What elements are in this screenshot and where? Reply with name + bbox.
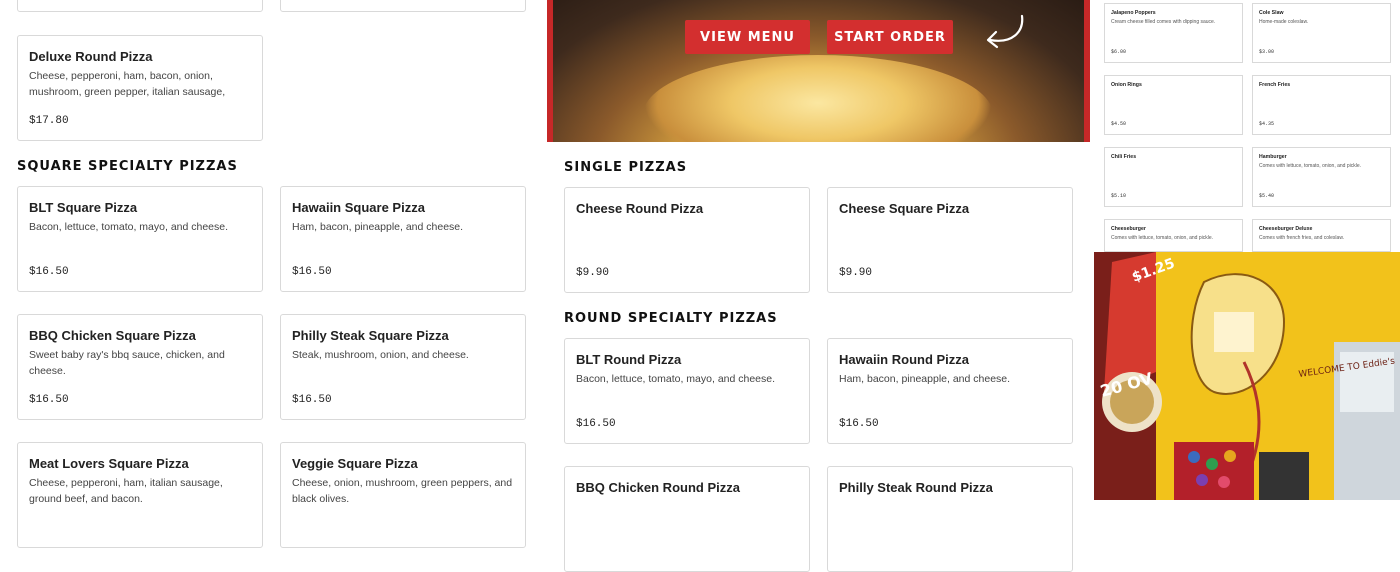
menu-item-card[interactable]: Hawaiin Square Pizza Ham, bacon, pineapp…	[280, 186, 526, 292]
item-price: $17.80	[29, 115, 69, 127]
item-price: $16.50	[29, 394, 69, 406]
item-price: $9.90	[839, 267, 873, 279]
mini-item-description: Cream cheese filled comes with dipping s…	[1111, 19, 1216, 25]
mini-item-description: Comes with lettuce, tomato, onion, and p…	[1111, 235, 1213, 241]
item-description: Ham, bacon, pineapple, and cheese.	[292, 221, 464, 233]
mini-menu-card[interactable]: Onion Rings $4.50	[1104, 75, 1243, 135]
item-description: Sweet baby ray's bbq sauce, chicken, and…	[29, 349, 225, 377]
mini-menu-card[interactable]: Jalapeno Poppers Cream cheese filled com…	[1104, 3, 1243, 63]
item-price: $16.50	[29, 266, 69, 278]
mini-item-name: Jalapeno Poppers	[1111, 10, 1156, 16]
menu-item-card[interactable]: Cheese Square Pizza $9.90	[827, 187, 1073, 293]
item-price: $16.50	[576, 418, 616, 430]
item-price: $16.50	[839, 418, 879, 430]
mini-item-name: Chili Fries	[1111, 154, 1137, 160]
mini-item-price: $4.35	[1259, 121, 1275, 127]
mini-item-name: Hamburger	[1259, 154, 1287, 160]
item-description: Cheese, pepperoni, ham, bacon, onion, mu…	[29, 70, 226, 98]
mini-item-name: Onion Rings	[1111, 82, 1142, 88]
mini-item-description: Comes with french fries, and coleslaw.	[1259, 235, 1345, 241]
mini-menu-card[interactable]: Chili Fries $5.10	[1104, 147, 1243, 207]
section-title-square-specialty: Square Specialty Pizzas	[17, 159, 238, 174]
menu-item-card[interactable]: Philly Steak Square Pizza Steak, mushroo…	[280, 314, 526, 420]
arrow-icon	[986, 14, 1024, 49]
mini-item-name: French Fries	[1259, 82, 1291, 88]
menu-item-card[interactable]: BLT Square Pizza Bacon, lettuce, tomato,…	[17, 186, 263, 292]
mini-item-name: Cheeseburger Deluxe	[1259, 226, 1313, 232]
item-name: Hawaiin Round Pizza	[839, 352, 970, 367]
section-title-round-specialty: Round Specialty Pizzas	[564, 311, 778, 326]
mini-menu-card[interactable]: French Fries $4.35	[1252, 75, 1391, 135]
item-name: BLT Square Pizza	[29, 200, 138, 215]
item-name: Philly Steak Round Pizza	[839, 480, 993, 495]
item-description: Cheese, onion, mushroom, green peppers, …	[292, 477, 513, 505]
mini-menu-card[interactable]: Hamburger Comes with lettuce, tomato, on…	[1252, 147, 1391, 207]
restaurant-interior-photo: WELCOME TO Eddie's $1.25 20 OV	[1094, 252, 1400, 500]
menu-item-card[interactable]: Veggie Square Pizza Cheese, onion, mushr…	[280, 442, 526, 548]
item-name: Deluxe Round Pizza	[29, 49, 153, 64]
mini-item-price: $5.40	[1259, 193, 1275, 199]
partial-menu-card[interactable]	[17, 0, 263, 12]
mini-item-price: $5.10	[1111, 193, 1127, 199]
item-name: Cheese Round Pizza	[576, 201, 704, 216]
item-name: Hawaiin Square Pizza	[292, 200, 425, 215]
mini-item-price: $3.00	[1259, 49, 1275, 55]
restaurant-photo-illustration: WELCOME TO Eddie's $1.25 20 OV	[1094, 252, 1400, 500]
item-description: Bacon, lettuce, tomato, mayo, and cheese…	[576, 373, 776, 385]
item-description: Cheese, pepperoni, ham, italian sausage,…	[29, 477, 223, 505]
item-description: Ham, bacon, pineapple, and cheese.	[839, 373, 1011, 385]
item-name: Cheese Square Pizza	[839, 201, 970, 216]
mini-item-price: $4.50	[1111, 121, 1127, 127]
menu-item-card[interactable]: Cheese Round Pizza $9.90	[564, 187, 810, 293]
item-price: $16.50	[292, 266, 332, 278]
section-title-single-pizzas: Single Pizzas	[564, 160, 688, 175]
mini-item-name: Cole Slaw	[1259, 10, 1284, 16]
mini-menu-card[interactable]: Cheeseburger Deluxe Comes with french fr…	[1252, 219, 1391, 252]
item-description: Steak, mushroom, onion, and cheese.	[292, 349, 469, 361]
cheese-pull-image	[643, 55, 993, 142]
mini-menu-card[interactable]: Cheeseburger Comes with lettuce, tomato,…	[1104, 219, 1243, 252]
item-name: BBQ Chicken Round Pizza	[576, 480, 740, 495]
start-order-button[interactable]: Start Order	[827, 20, 953, 54]
menu-item-card[interactable]: Hawaiin Round Pizza Ham, bacon, pineappl…	[827, 338, 1073, 444]
menu-item-card[interactable]: Meat Lovers Square Pizza Cheese, peppero…	[17, 442, 263, 548]
mini-item-description: Home-made coleslaw.	[1259, 19, 1309, 25]
item-name: Meat Lovers Square Pizza	[29, 456, 189, 471]
mini-item-name: Cheeseburger	[1111, 226, 1146, 232]
item-name: BLT Round Pizza	[576, 352, 682, 367]
partial-menu-card[interactable]	[280, 0, 526, 12]
item-name: Veggie Square Pizza	[292, 456, 418, 471]
mini-item-price: $6.00	[1111, 49, 1127, 55]
item-price: $9.90	[576, 267, 610, 279]
menu-item-card[interactable]: BBQ Chicken Round Pizza	[564, 466, 810, 572]
menu-item-card[interactable]: Philly Steak Round Pizza	[827, 466, 1073, 572]
item-name: Philly Steak Square Pizza	[292, 328, 449, 343]
item-name: BBQ Chicken Square Pizza	[29, 328, 196, 343]
mini-menu-card[interactable]: Cole Slaw Home-made coleslaw. $3.00	[1252, 3, 1391, 63]
item-price: $16.50	[292, 394, 332, 406]
item-description: Bacon, lettuce, tomato, mayo, and cheese…	[29, 221, 229, 233]
menu-item-card[interactable]: Deluxe Round Pizza Cheese, pepperoni, ha…	[17, 35, 263, 141]
menu-item-card[interactable]: BLT Round Pizza Bacon, lettuce, tomato, …	[564, 338, 810, 444]
menu-item-card[interactable]: BBQ Chicken Square Pizza Sweet baby ray'…	[17, 314, 263, 420]
mini-item-description: Comes with lettuce, tomato, onion, and p…	[1259, 163, 1361, 169]
view-menu-button[interactable]: View Menu	[685, 20, 810, 54]
